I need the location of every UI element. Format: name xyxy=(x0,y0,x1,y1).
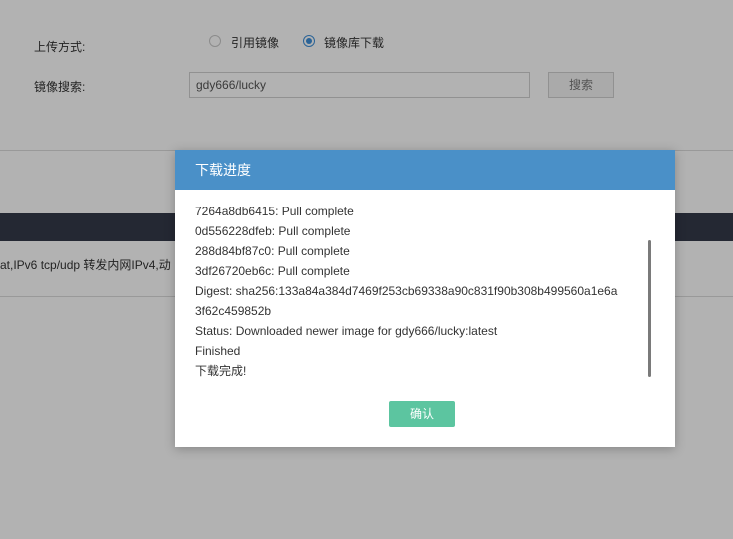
modal-title: 下载进度 xyxy=(175,150,675,190)
log-line: 3df26720eb6c: Pull complete xyxy=(195,264,350,278)
confirm-button[interactable]: 确认 xyxy=(389,401,455,427)
log-line: 3f62c459852b xyxy=(195,304,272,318)
log-line: 7264a8db6415: Pull complete xyxy=(195,207,354,218)
log-area[interactable]: 7264a8db6415: Pull complete 0d556228dfeb… xyxy=(195,207,655,387)
log-content: 7264a8db6415: Pull complete 0d556228dfeb… xyxy=(195,207,645,381)
log-line: 0d556228dfeb: Pull complete xyxy=(195,224,351,238)
download-progress-modal: 下载进度 7264a8db6415: Pull complete 0d55622… xyxy=(175,150,675,447)
log-scrollbar[interactable] xyxy=(648,240,651,377)
log-line: 下载完成! xyxy=(195,364,247,378)
log-line: Status: Downloaded newer image for gdy66… xyxy=(195,324,498,338)
log-line: Digest: sha256:133a84a384d7469f253cb6933… xyxy=(195,284,618,298)
log-line: Finished xyxy=(195,344,241,358)
log-line: 288d84bf87c0: Pull complete xyxy=(195,244,350,258)
